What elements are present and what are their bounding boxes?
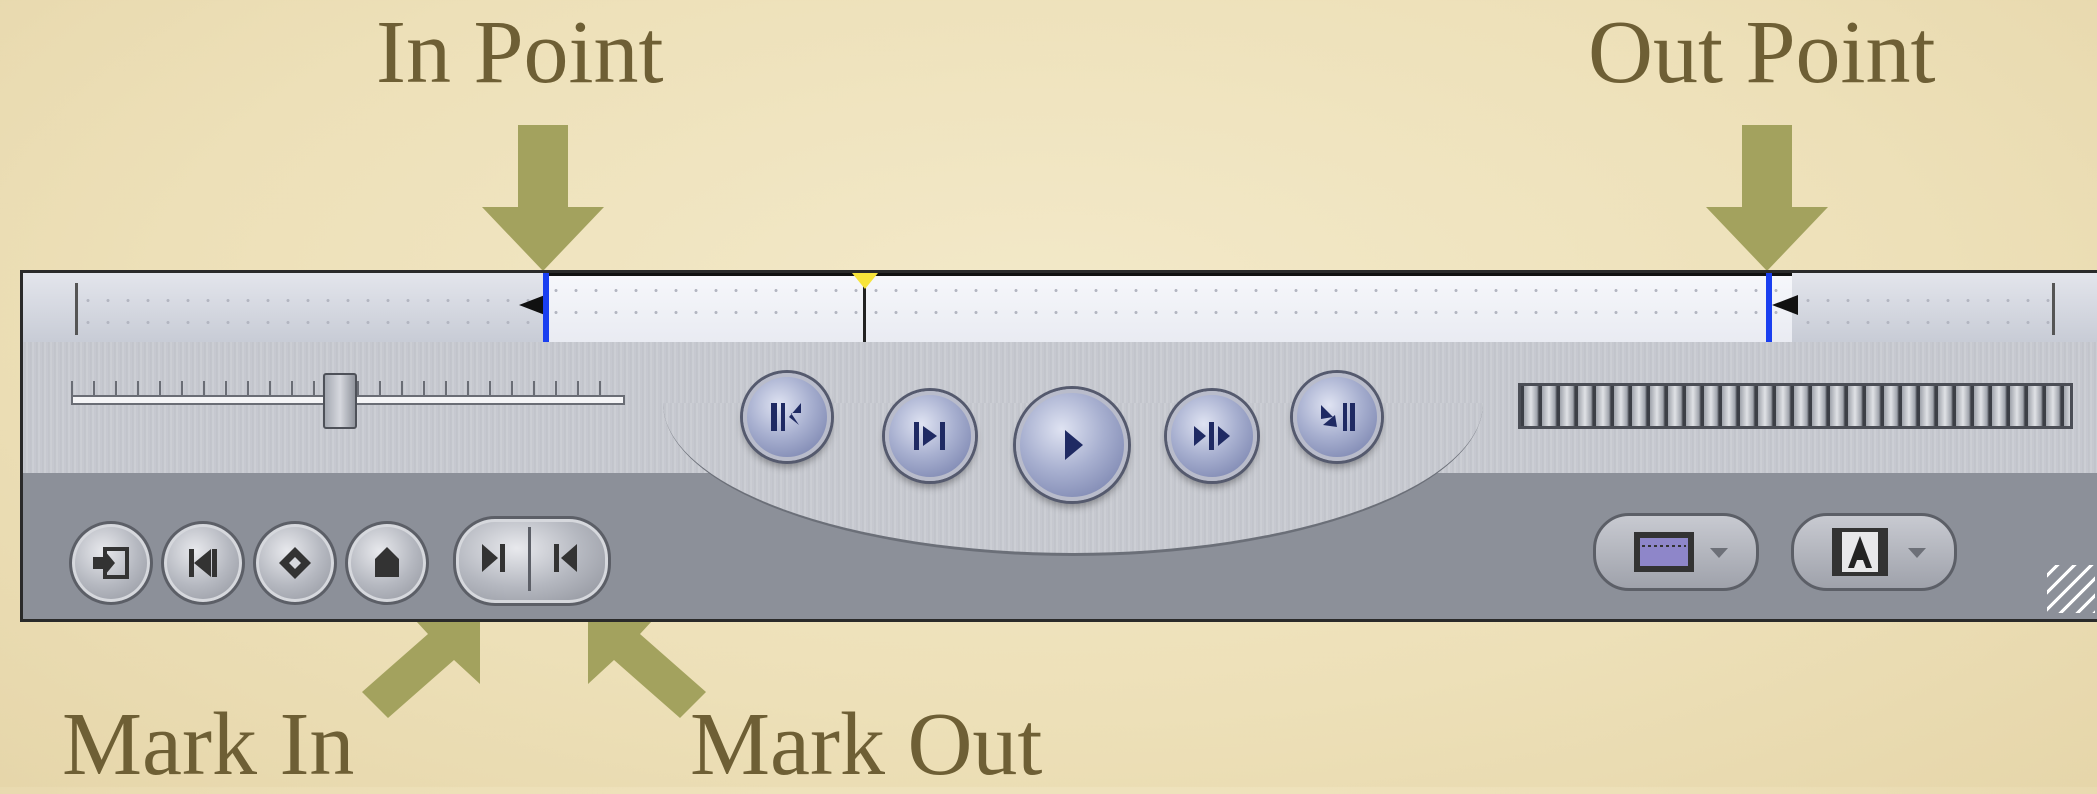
viewer-controls-panel [20,270,2097,622]
marker-icon [375,547,399,577]
filmstrip-icon [1634,532,1694,572]
mark-in-button[interactable] [456,519,528,597]
shuttle-knob[interactable] [323,373,357,429]
match-frame-icon [189,549,217,577]
jog-control[interactable] [1518,383,2073,429]
play-around-current-button[interactable] [1167,391,1257,481]
mark-in-out-button-group [453,516,611,606]
go-to-out-point-button[interactable] [1293,373,1381,461]
chevron-down-icon [1710,548,1728,558]
in-out-range [546,273,1792,342]
text-generator-icon [1832,528,1888,576]
scrubber-bar[interactable] [23,273,2097,345]
playhead-icon[interactable] [852,273,878,289]
play-button[interactable] [1016,389,1128,501]
go-to-in-point-button[interactable] [743,373,831,461]
out-point-marker[interactable] [1766,273,1772,342]
mark-out-button[interactable] [531,519,603,597]
play-in-to-out-button[interactable] [885,391,975,481]
play-around-icon [1194,422,1230,450]
add-marker-button[interactable] [345,521,429,605]
range-dots-top [546,289,1792,292]
mark-out-label: Mark Out [690,695,1043,794]
play-in-out-icon [914,422,945,450]
generator-popup-button[interactable] [1791,513,1957,591]
shuttle-slider[interactable] [71,373,625,429]
in-point-marker[interactable] [543,273,549,342]
play-icon [1065,430,1083,460]
in-point-marker-icon [519,295,545,315]
out-point-marker-icon [1772,295,1798,315]
add-keyframe-button[interactable] [253,521,337,605]
go-to-out-icon [1321,403,1355,431]
in-point-label: In Point [376,3,664,102]
resize-grip[interactable] [2047,565,2095,613]
range-dots-bottom [546,311,1792,314]
view-popup-button[interactable] [1593,513,1759,591]
mark-in-icon [482,544,505,572]
out-point-arrow [1706,125,1828,271]
in-point-arrow [482,125,604,271]
go-to-in-icon [771,403,801,431]
mark-in-label: Mark In [62,695,355,794]
insert-edit-button[interactable] [69,521,153,605]
insert-icon [93,547,129,579]
out-point-label: Out Point [1588,3,1936,102]
chevron-down-icon [1908,548,1926,558]
mark-out-icon [554,544,577,572]
keyframe-icon [279,547,311,579]
match-frame-button[interactable] [161,521,245,605]
